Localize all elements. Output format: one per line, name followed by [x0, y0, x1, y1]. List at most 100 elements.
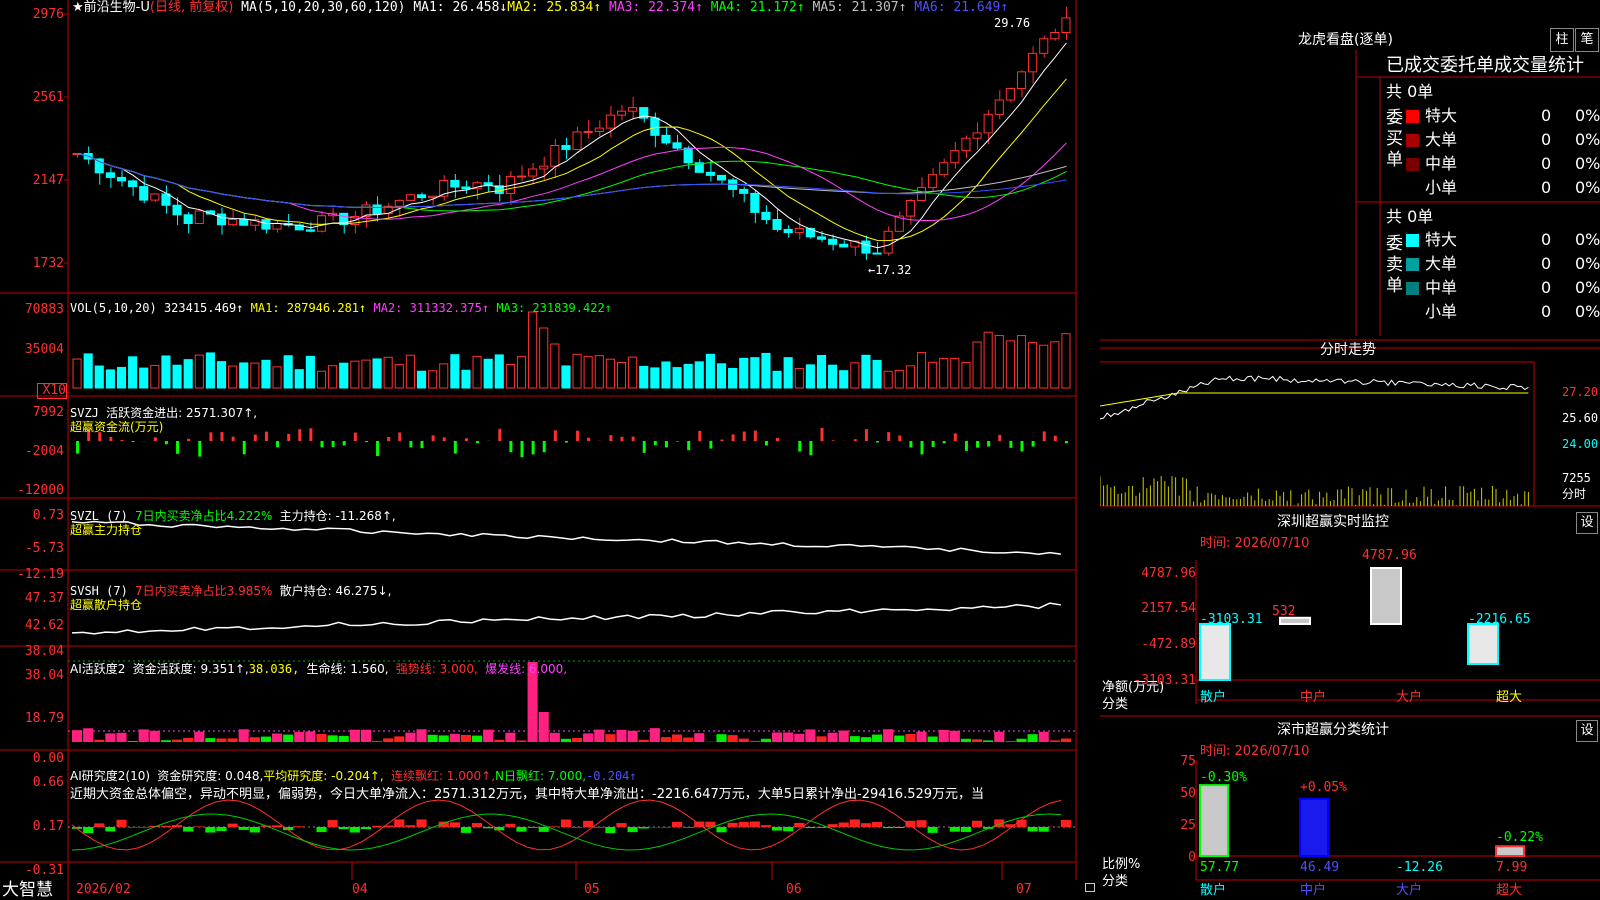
classify-settings-button[interactable]: 设 — [1576, 720, 1598, 742]
price-axis-label: 2147 — [32, 173, 64, 188]
row-pct: 0% — [1575, 302, 1600, 321]
volume-bar — [416, 370, 427, 389]
candle-body — [705, 171, 715, 176]
volume-bar — [316, 370, 327, 389]
candle-body — [661, 134, 671, 144]
volume-bar — [128, 356, 138, 389]
app-logo[interactable]: 大智慧 — [2, 880, 53, 900]
candle-body — [1016, 71, 1027, 89]
activity-bar — [349, 729, 360, 742]
svzl-subtitle: 超赢主力持仓 — [70, 523, 143, 537]
color-swatch — [1406, 306, 1419, 319]
volume-bar — [539, 327, 549, 389]
monitor-title: 深圳超赢实时监控 — [1277, 514, 1389, 530]
svzj-axis-label: 7992 — [32, 405, 64, 420]
volume-bar — [239, 362, 249, 389]
low-price-annotation: ←17.32 — [868, 263, 912, 277]
candle-body — [305, 229, 315, 232]
svsh-line — [71, 602, 1062, 635]
activity-bar — [1049, 740, 1060, 742]
ai1-burst: 爆发线: 6.000, — [485, 662, 568, 676]
price-axis-label: 1732 — [32, 256, 64, 271]
volume-bar — [250, 362, 260, 389]
research-bar — [816, 827, 827, 828]
ai1-axis-label: 0.00 — [32, 751, 64, 766]
research-bar — [949, 827, 960, 832]
row-count: 0 — [1541, 278, 1552, 297]
volume-bar — [428, 370, 438, 389]
stock-name[interactable]: ★前沿生物-U — [72, 0, 150, 15]
candle-body — [939, 162, 949, 176]
vol-ma3: MA3: 231839.422↑ — [496, 301, 612, 315]
svzj-value: 活跃资金进出: 2571.307↑, — [106, 406, 258, 420]
ai1-lifeline: 生命线: 1.560, — [306, 662, 389, 676]
activity-bar — [483, 729, 494, 742]
monitor-value-label: -3103.31 — [1200, 612, 1263, 627]
candle-body — [128, 180, 138, 188]
ma3-value: MA3: 22.374↑ — [609, 0, 703, 15]
monitor-bar — [1370, 567, 1402, 625]
ai2-comment: 近期大资金总体偏空，异动不明显，偏弱势，今日大单净流入：2571.312万元，其… — [70, 787, 985, 802]
candle-body — [650, 117, 660, 136]
monitor-time: 时间: 2026/07/10 — [1200, 536, 1310, 551]
candle-body — [428, 195, 438, 199]
volume-bar — [894, 369, 904, 389]
classify-bar — [1199, 784, 1229, 857]
research-bar — [472, 823, 483, 827]
row-pct: 0% — [1575, 254, 1600, 273]
color-swatch — [1406, 110, 1419, 123]
intraday-axis-label: 24.00 — [1562, 437, 1599, 451]
tick-mode-button[interactable]: 笔 — [1575, 28, 1599, 52]
candle-body — [950, 150, 960, 164]
research-bar — [483, 827, 494, 829]
volume-bar — [694, 361, 704, 389]
svsh-axis-label: 38.04 — [24, 644, 64, 659]
volume-bar — [183, 359, 193, 389]
candle-body — [261, 219, 271, 230]
research-bar — [216, 827, 227, 832]
ma-line — [77, 152, 1067, 212]
ai-research-bars — [71, 799, 1071, 851]
volume-bar — [216, 361, 227, 389]
monitor-ylabel: 净额(万元) — [1102, 680, 1165, 695]
candle-body — [861, 240, 871, 254]
research-bar — [1038, 827, 1049, 832]
candle-body — [594, 127, 604, 132]
volume-bar — [1005, 340, 1015, 389]
volume-bar — [739, 357, 749, 389]
research-bar — [405, 825, 416, 827]
lock-icon[interactable] — [1085, 883, 1095, 892]
activity-bar — [794, 733, 805, 742]
research-bar — [549, 826, 560, 827]
activity-bar — [872, 734, 883, 742]
volume-bar — [283, 355, 293, 389]
activity-bar — [605, 734, 616, 742]
activity-bar — [727, 735, 738, 742]
volume-bar — [628, 356, 638, 389]
research-bar — [1060, 820, 1071, 827]
main-chart-canvas[interactable] — [0, 0, 1100, 900]
monitor-category: 中户 — [1300, 690, 1327, 705]
volume-bar — [450, 354, 460, 389]
research-bar — [238, 827, 249, 830]
svzj-bars — [76, 427, 1068, 458]
monitor-axis-label: -472.89 — [1141, 637, 1196, 652]
activity-bar — [494, 739, 505, 742]
research-bar — [716, 827, 727, 833]
sell-label: 委卖单 — [1386, 234, 1403, 296]
candle-body — [972, 132, 982, 139]
research-bar — [683, 827, 694, 828]
bar-mode-button[interactable]: 柱 — [1550, 28, 1574, 52]
activity-bar — [827, 732, 838, 742]
order-row: 特大 0 0% — [1406, 230, 1600, 250]
activity-bar — [1027, 734, 1038, 742]
classify-top-label: +0.05% — [1300, 780, 1347, 795]
research-bar — [572, 827, 583, 828]
research-bar — [172, 825, 183, 827]
activity-bar — [905, 734, 916, 742]
monitor-settings-button[interactable]: 设 — [1576, 512, 1598, 534]
classify-category: 大户 — [1396, 883, 1423, 898]
research-bar — [460, 827, 471, 833]
volume-bar — [228, 365, 238, 389]
research-bar — [627, 827, 638, 833]
